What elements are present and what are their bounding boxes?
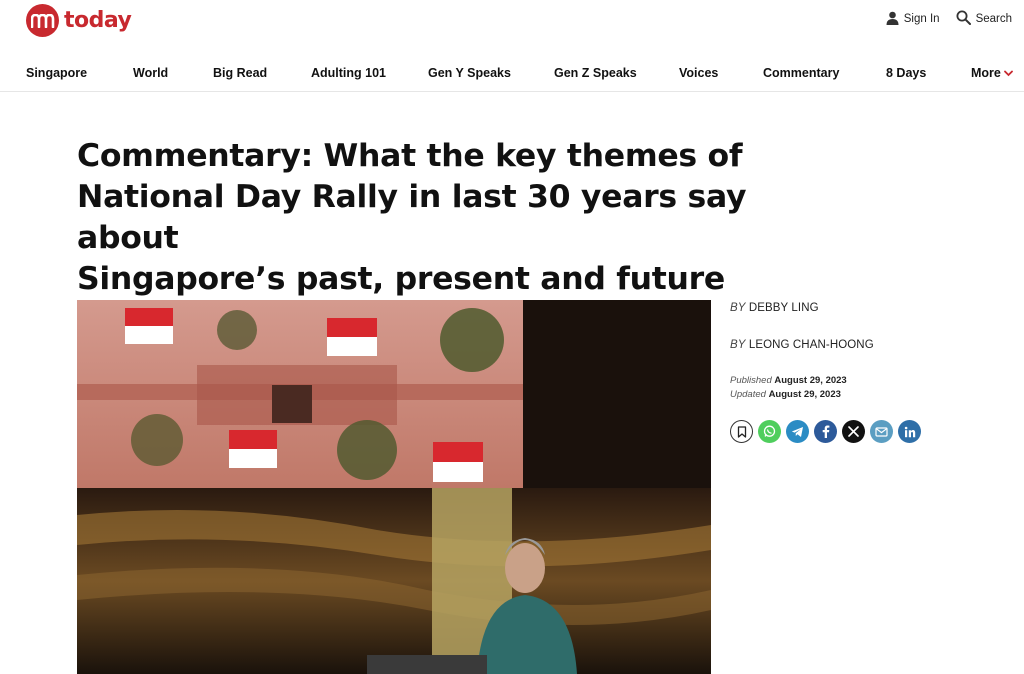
flag-3 bbox=[229, 430, 277, 468]
search-icon bbox=[956, 10, 971, 28]
updated-line: Updated August 29, 2023 bbox=[730, 388, 847, 402]
nav-item-voices[interactable]: Voices bbox=[679, 66, 718, 80]
nav-item-big-read[interactable]: Big Read bbox=[213, 66, 267, 80]
published-label: Published bbox=[730, 375, 772, 386]
flag-1 bbox=[125, 308, 173, 344]
by-prefix: BY bbox=[730, 302, 746, 314]
bookmark-button[interactable] bbox=[730, 420, 753, 443]
author-name[interactable]: LEONG CHAN-HOONG bbox=[749, 339, 874, 351]
search-button[interactable]: Search bbox=[956, 10, 1012, 28]
sign-in-button[interactable]: Sign In bbox=[886, 11, 940, 28]
linkedin-share-button[interactable] bbox=[898, 420, 921, 443]
flag-4 bbox=[433, 442, 483, 482]
published-date: August 29, 2023 bbox=[774, 375, 847, 386]
nav-item-8-days[interactable]: 8 Days bbox=[886, 66, 926, 80]
updated-label: Updated bbox=[730, 389, 766, 400]
header-actions: Sign In Search bbox=[886, 10, 1012, 28]
sign-in-label: Sign In bbox=[903, 13, 940, 25]
today-logo[interactable]: today bbox=[26, 4, 132, 37]
email-share-button[interactable] bbox=[870, 420, 893, 443]
hero-photo bbox=[77, 300, 711, 674]
updated-date: August 29, 2023 bbox=[768, 389, 841, 400]
chevron-down-icon bbox=[1003, 66, 1013, 80]
nav-more-label: More bbox=[971, 66, 1001, 80]
bookmark-icon bbox=[737, 425, 746, 438]
flag-2 bbox=[327, 318, 377, 356]
x-share-button[interactable] bbox=[842, 420, 865, 443]
nav-item-gen-y-speaks[interactable]: Gen Y Speaks bbox=[428, 66, 511, 80]
headline-line: National Day Rally in last 30 years say … bbox=[77, 179, 747, 256]
published-line: Published August 29, 2023 bbox=[730, 374, 847, 388]
nav-item-singapore[interactable]: Singapore bbox=[26, 66, 87, 80]
x-icon bbox=[848, 426, 859, 437]
search-label: Search bbox=[975, 13, 1012, 25]
article-dates: Published August 29, 2023 Updated August… bbox=[730, 374, 847, 402]
headline-line: Singapore’s past, present and future bbox=[77, 261, 725, 297]
nav-item-adulting-101[interactable]: Adulting 101 bbox=[311, 66, 386, 80]
headline-line: Commentary: What the key themes of bbox=[77, 138, 743, 174]
nav-item-commentary[interactable]: Commentary bbox=[763, 66, 839, 80]
author-byline: BY DEBBY LING bbox=[730, 302, 819, 314]
logo-mark-icon bbox=[26, 4, 59, 37]
facebook-icon bbox=[822, 425, 829, 438]
telegram-icon bbox=[791, 426, 803, 437]
whatsapp-share-button[interactable] bbox=[758, 420, 781, 443]
author-byline: BY LEONG CHAN-HOONG bbox=[730, 339, 874, 351]
top-bar: today Sign In Search bbox=[0, 0, 1024, 44]
by-prefix: BY bbox=[730, 339, 746, 351]
whatsapp-icon bbox=[763, 425, 776, 437]
share-bar bbox=[730, 420, 921, 443]
nav-item-more[interactable]: More bbox=[971, 66, 1013, 80]
nav-item-gen-z-speaks[interactable]: Gen Z Speaks bbox=[554, 66, 637, 80]
logo-text: today bbox=[64, 8, 132, 33]
linkedin-icon bbox=[904, 426, 915, 437]
facebook-share-button[interactable] bbox=[814, 420, 837, 443]
article-hero-image bbox=[77, 300, 711, 674]
telegram-share-button[interactable] bbox=[786, 420, 809, 443]
article-headline: Commentary: What the key themes of Natio… bbox=[77, 136, 857, 300]
person-icon bbox=[886, 11, 899, 28]
nav-item-world[interactable]: World bbox=[133, 66, 168, 80]
main-nav: Singapore World Big Read Adulting 101 Ge… bbox=[0, 58, 1024, 92]
author-name[interactable]: DEBBY LING bbox=[749, 302, 819, 314]
email-icon bbox=[875, 426, 888, 437]
